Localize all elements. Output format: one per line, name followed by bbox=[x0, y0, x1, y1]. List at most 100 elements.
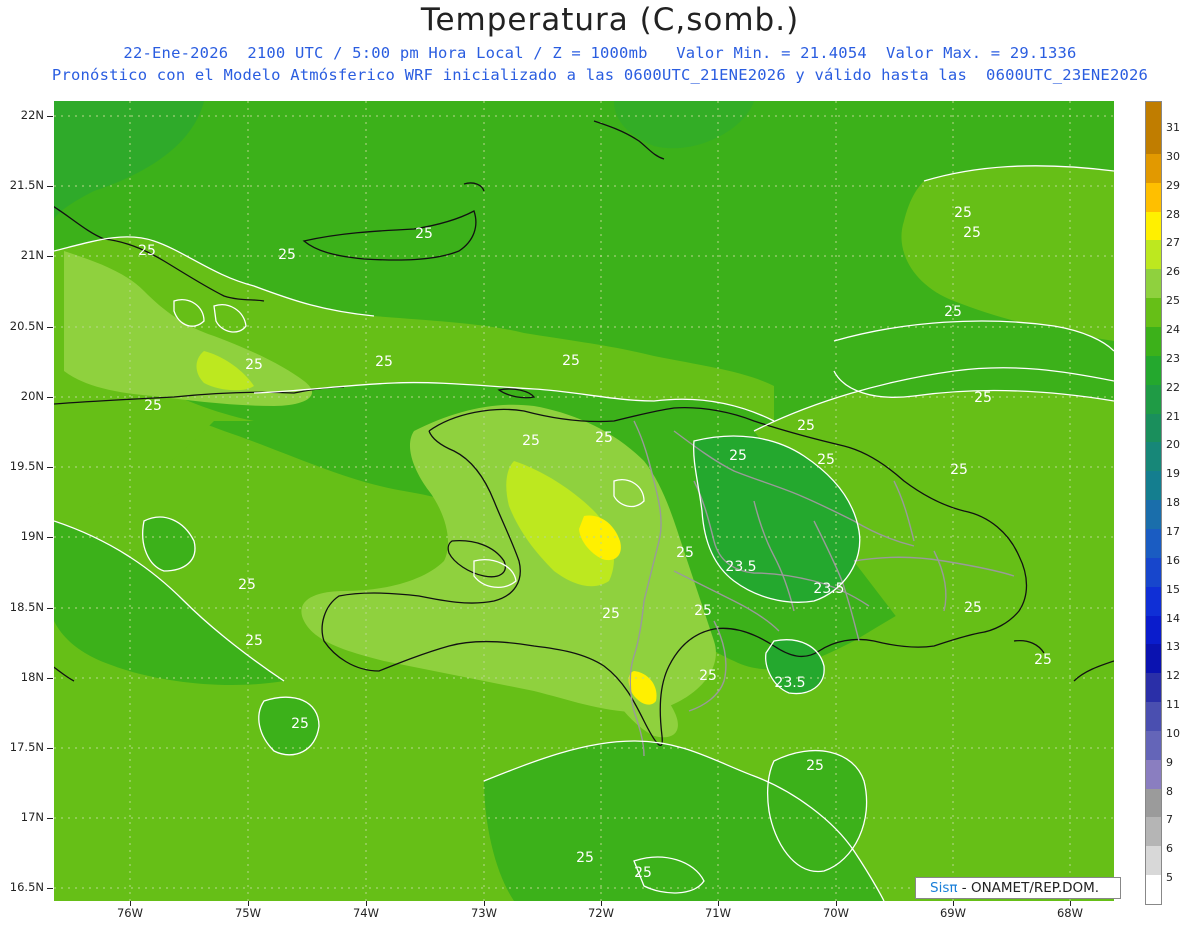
lat-tick bbox=[47, 116, 53, 117]
field-24-east-band bbox=[834, 321, 1114, 401]
contour-label: 25 bbox=[806, 758, 824, 774]
lon-label: 68W bbox=[1056, 906, 1083, 920]
colorbar-swatch bbox=[1146, 875, 1161, 905]
contour-label: 25 bbox=[950, 462, 968, 478]
contour-label: 25 bbox=[576, 850, 594, 866]
colorbar-swatch bbox=[1146, 528, 1161, 559]
colorbar-label: 14 bbox=[1166, 611, 1180, 625]
lat-tick bbox=[47, 818, 53, 819]
contour-label: 25 bbox=[595, 430, 613, 446]
lat-tick bbox=[47, 537, 53, 538]
contour-label: 25 bbox=[817, 452, 835, 468]
lat-label: 22N bbox=[20, 108, 44, 122]
colorbar-swatch bbox=[1146, 730, 1161, 761]
forecast-time-line: 22-Ene-2026 2100 UTC / 5:00 pm Hora Loca… bbox=[123, 44, 1077, 62]
lat-label: 20.5N bbox=[9, 319, 44, 333]
colorbar-swatch bbox=[1146, 442, 1161, 472]
lat-tick bbox=[47, 327, 53, 328]
contour-label: 25 bbox=[954, 205, 972, 221]
colorbar-label: 5 bbox=[1166, 871, 1173, 885]
credit-box: Sisπ - ONAMET/REP.DOM. bbox=[915, 877, 1121, 899]
colorbar-swatch bbox=[1146, 125, 1161, 155]
colorbar-label: 18 bbox=[1166, 496, 1180, 510]
colorbar-cap bbox=[1146, 102, 1161, 126]
contour-label: 25 bbox=[562, 353, 580, 369]
colorbar-label: 30 bbox=[1166, 149, 1180, 163]
colorbar-swatch bbox=[1146, 355, 1161, 386]
colorbar-swatch bbox=[1146, 586, 1161, 616]
contour-label: 25 bbox=[963, 225, 981, 241]
colorbar-label: 20 bbox=[1166, 438, 1180, 452]
colorbar-label: 9 bbox=[1166, 755, 1173, 769]
contour-label: 25 bbox=[245, 357, 263, 373]
lon-tick bbox=[484, 901, 485, 906]
colorbar-swatch bbox=[1146, 240, 1161, 270]
lon-tick bbox=[248, 901, 249, 906]
colorbar-label: 31 bbox=[1166, 121, 1180, 135]
lat-tick bbox=[47, 467, 53, 468]
colorbar-label: 25 bbox=[1166, 294, 1180, 308]
contour-label: 23.5 bbox=[725, 559, 756, 575]
colorbar-label: 22 bbox=[1166, 380, 1180, 394]
lat-label: 18.5N bbox=[9, 600, 44, 614]
contour-label: 25 bbox=[676, 545, 694, 561]
colorbar-swatch bbox=[1146, 846, 1161, 876]
lat-tick bbox=[47, 256, 53, 257]
lat-tick bbox=[47, 608, 53, 609]
colorbar-label: 10 bbox=[1166, 726, 1180, 740]
colorbar-swatch bbox=[1146, 269, 1161, 299]
colorbar-label: 29 bbox=[1166, 178, 1180, 192]
lon-label: 71W bbox=[704, 906, 731, 920]
contour-label: 25 bbox=[278, 247, 296, 263]
colorbar-label: 21 bbox=[1166, 409, 1180, 423]
contour-label: 25 bbox=[964, 600, 982, 616]
contour-label: 25 bbox=[944, 304, 962, 320]
lat-label: 21.5N bbox=[9, 178, 44, 192]
colorbar-swatch bbox=[1146, 298, 1161, 328]
contour-label: 25 bbox=[699, 668, 717, 684]
lon-label: 73W bbox=[470, 906, 497, 920]
lon-tick bbox=[1070, 901, 1071, 906]
lat-label: 21N bbox=[20, 248, 44, 262]
colorbar-label: 17 bbox=[1166, 524, 1180, 538]
contour-label: 25 bbox=[694, 603, 712, 619]
lon-label: 72W bbox=[587, 906, 614, 920]
contour-label: 25 bbox=[1034, 652, 1052, 668]
contour-label: 25 bbox=[974, 390, 992, 406]
lat-tick bbox=[47, 186, 53, 187]
colorbar-swatch bbox=[1146, 413, 1161, 443]
colorbar-swatch bbox=[1146, 615, 1161, 645]
colorbar-swatch bbox=[1146, 788, 1161, 818]
lon-tick bbox=[836, 901, 837, 906]
model-info-line: Pronóstico con el Modelo Atmósferico WRF… bbox=[51, 66, 1149, 84]
colorbar-label: 28 bbox=[1166, 207, 1180, 221]
colorbar-label: 24 bbox=[1166, 323, 1180, 337]
sispi-logo: Sisπ bbox=[930, 880, 958, 896]
lat-label: 18N bbox=[20, 670, 44, 684]
contour-label: 23.5 bbox=[774, 675, 805, 691]
contour-label: 25 bbox=[238, 577, 256, 593]
lon-label: 74W bbox=[352, 906, 379, 920]
colorbar-swatch bbox=[1146, 759, 1161, 790]
colorbar-swatch bbox=[1146, 702, 1161, 732]
contour-label: 25 bbox=[138, 243, 156, 259]
contour-label: 25 bbox=[415, 226, 433, 242]
colorbar-swatch bbox=[1146, 557, 1161, 588]
contour-label: 25 bbox=[729, 448, 747, 464]
contour-label: 25 bbox=[797, 418, 815, 434]
contour-label: 25 bbox=[144, 398, 162, 414]
colorbar-swatch bbox=[1146, 384, 1161, 415]
lat-tick bbox=[47, 888, 53, 889]
colorbar-label: 23 bbox=[1166, 351, 1180, 365]
chart-title: Temperatura (C,somb.) bbox=[420, 2, 800, 38]
colorbar-label: 8 bbox=[1166, 784, 1173, 798]
lon-tick bbox=[366, 901, 367, 906]
colorbar-label: 19 bbox=[1166, 467, 1180, 481]
colorbar-swatch bbox=[1146, 644, 1161, 674]
contour-label: 23.5 bbox=[813, 581, 844, 597]
colorbar-label: 13 bbox=[1166, 640, 1180, 654]
colorbar-swatch bbox=[1146, 817, 1161, 847]
colorbar-label: 7 bbox=[1166, 813, 1173, 827]
lat-label: 17.5N bbox=[9, 740, 44, 754]
lon-tick bbox=[718, 901, 719, 906]
